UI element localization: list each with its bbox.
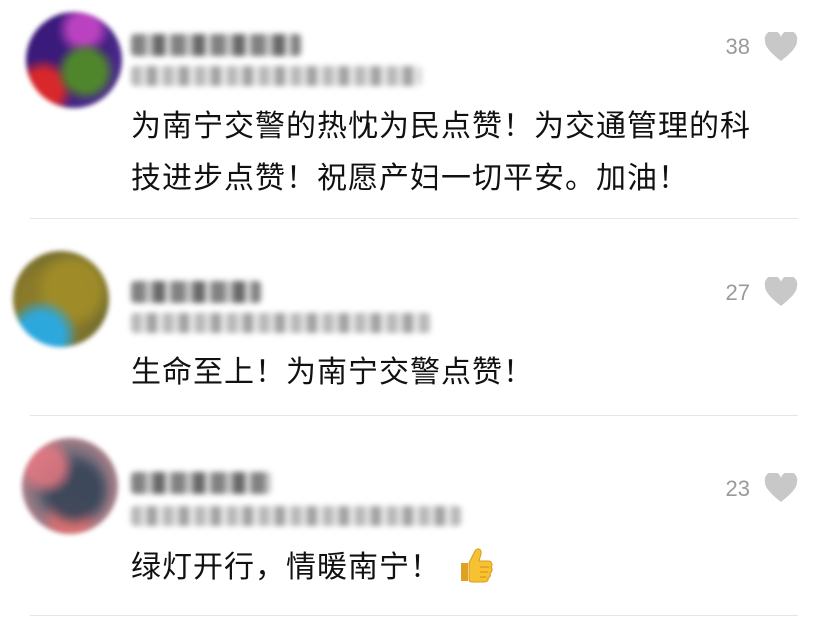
divider — [30, 615, 798, 616]
username-redacted[interactable] — [131, 34, 301, 56]
heart-icon[interactable] — [764, 32, 798, 62]
comment-text: 为南宁交警的热忱为民点赞！为交通管理的科 技进步点赞！祝愿产妇一切平安。加油！ — [131, 101, 801, 205]
user-meta-redacted — [131, 66, 421, 86]
user-avatar[interactable] — [22, 438, 118, 534]
username-redacted[interactable] — [131, 472, 271, 494]
comment-item-3: 23 绿灯开行，情暖南宁！ — [0, 416, 828, 616]
comment-text: 绿灯开行，情暖南宁！ — [131, 542, 801, 594]
user-meta-redacted — [131, 506, 461, 526]
comment-text-content: 绿灯开行，情暖南宁！ — [131, 550, 441, 585]
heart-icon[interactable] — [764, 277, 798, 307]
thumbs-up-icon — [461, 548, 493, 583]
user-meta-redacted — [131, 313, 431, 333]
like-count: 38 — [725, 34, 750, 59]
like-count: 27 — [725, 280, 750, 305]
comment-item-2: 27 生命至上！为南宁交警点赞！ — [0, 219, 828, 415]
username-redacted[interactable] — [131, 281, 261, 303]
heart-icon[interactable] — [764, 473, 798, 503]
comment-text: 生命至上！为南宁交警点赞！ — [131, 355, 534, 390]
comment-item-1: 38 为南宁交警的热忱为民点赞！为交通管理的科 技进步点赞！祝愿产妇一切平安。加… — [0, 0, 828, 219]
comment-text-line-2: 技进步点赞！祝愿产妇一切平安。加油！ — [131, 161, 689, 196]
user-avatar[interactable] — [13, 251, 109, 347]
like-count: 23 — [725, 476, 750, 501]
comment-text-line-1: 为南宁交警的热忱为民点赞！为交通管理的科 — [131, 109, 751, 144]
user-avatar[interactable] — [26, 12, 122, 108]
